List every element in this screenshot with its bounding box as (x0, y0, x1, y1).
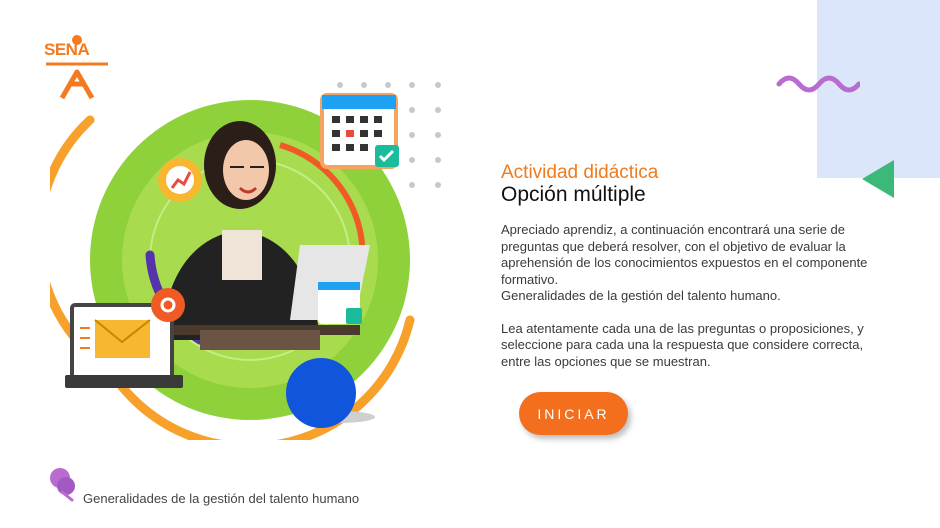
gear-chart-icon (158, 158, 202, 202)
squiggle-decoration (776, 75, 860, 93)
at-sign-icon (151, 288, 185, 322)
activity-description: Apreciado aprendiz, a continuación encon… (501, 222, 891, 370)
small-calendar-icon (318, 282, 362, 324)
footer-course-name: Generalidades de la gestión del talento … (83, 491, 360, 506)
hero-illustration (50, 82, 441, 440)
pin-icon (50, 468, 75, 502)
activity-type-label: Actividad didáctica (501, 162, 659, 183)
calendar-icon (320, 93, 399, 169)
triangle-decoration (862, 160, 894, 198)
start-button[interactable]: INICIAR (519, 392, 628, 435)
description-course: Generalidades de la gestión del talento … (501, 288, 781, 303)
activity-title: Opción múltiple (501, 183, 646, 206)
description-instructions: Lea atentamente cada una de las pregunta… (501, 320, 864, 369)
description-paragraph: Apreciado aprendiz, a continuación encon… (501, 222, 868, 287)
logo-text: SENA (44, 40, 90, 59)
